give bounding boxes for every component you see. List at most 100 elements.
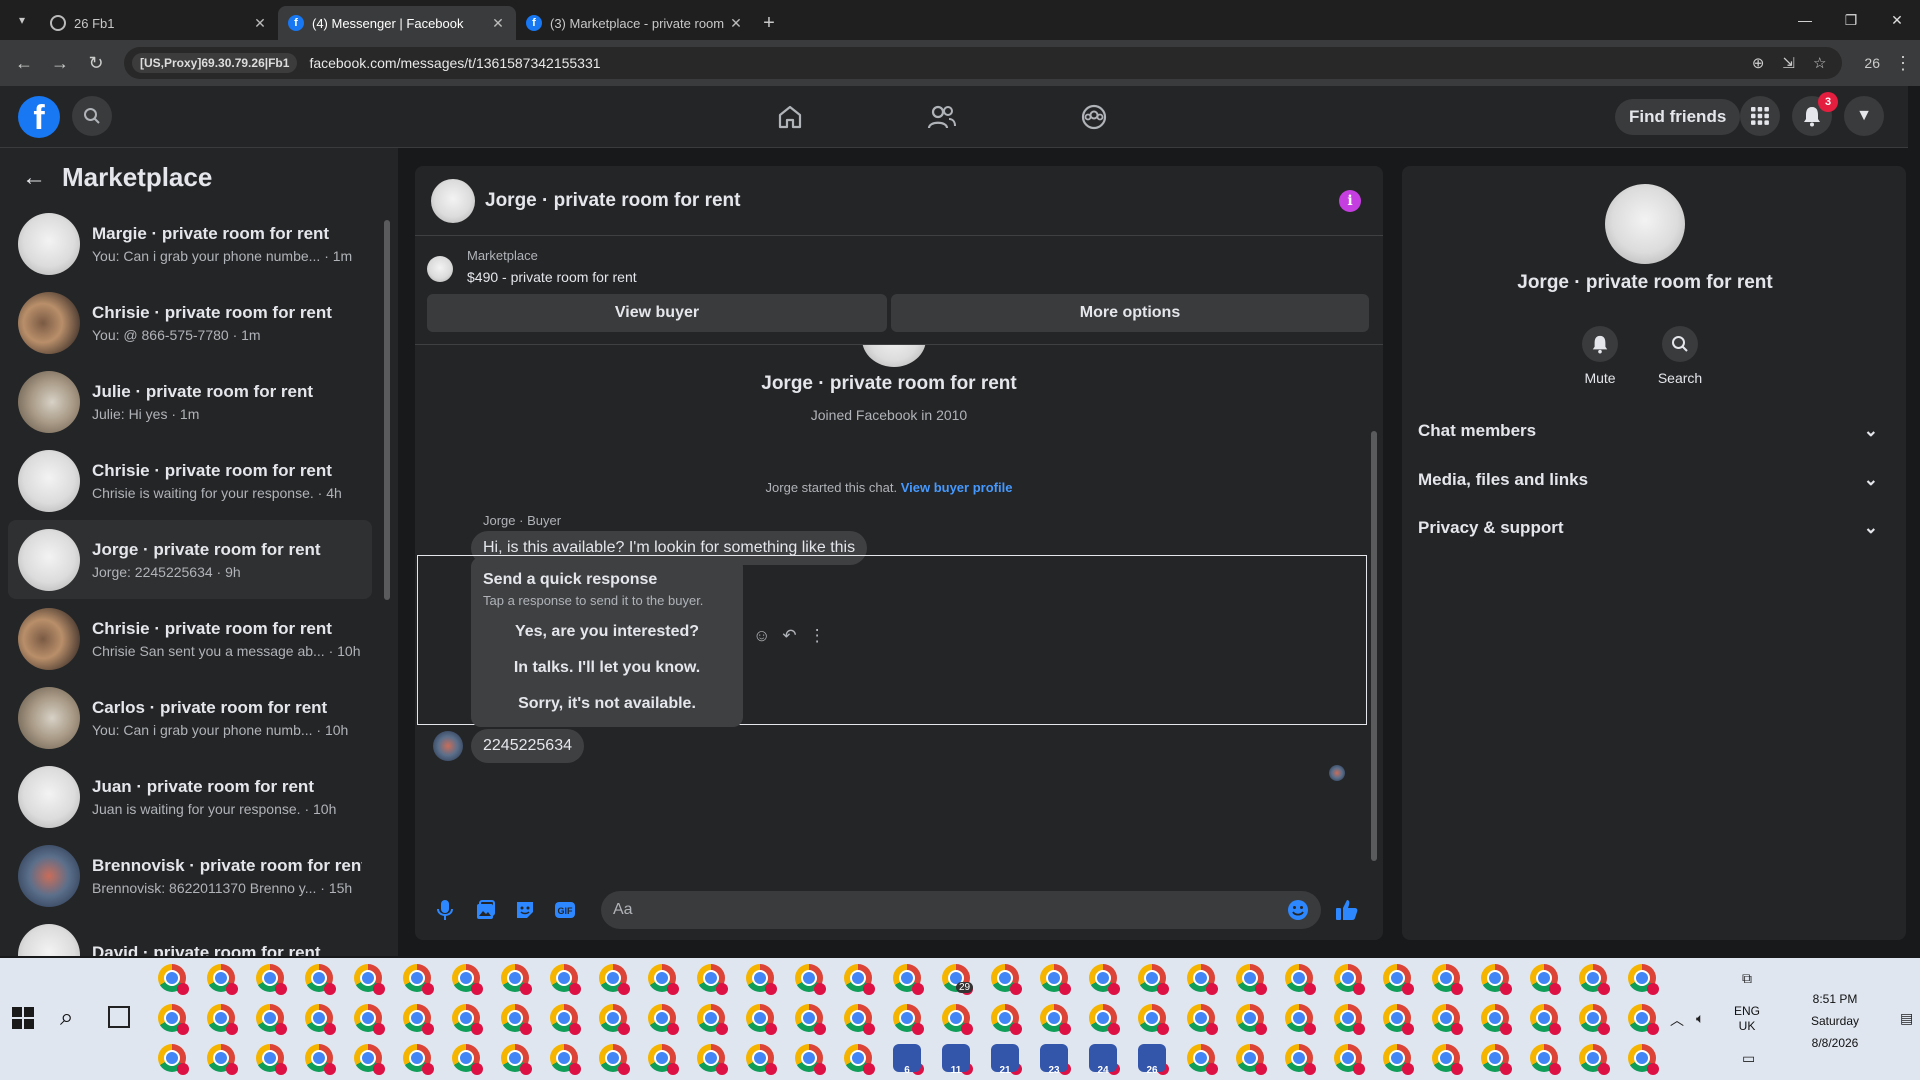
chat-members-section[interactable]: Chat members ⌄ (1418, 411, 1888, 451)
chrome-profile-icon[interactable] (354, 964, 385, 995)
listing-summary[interactable]: Marketplace $490 - private room for rent (427, 248, 637, 285)
facebook-logo[interactable]: f (18, 96, 60, 138)
chrome-profile-icon[interactable] (305, 1044, 336, 1075)
message-bubble[interactable]: 2245225634 (471, 729, 584, 763)
friends-tab[interactable] (912, 87, 972, 147)
chrome-profile-icon[interactable] (354, 1044, 385, 1075)
chrome-profile-icon[interactable] (256, 1004, 287, 1035)
chrome-profile-icon[interactable] (1628, 1004, 1659, 1035)
chrome-profile-icon[interactable] (501, 964, 532, 995)
taskbar-search-icon[interactable]: ⌕ (60, 1004, 73, 1032)
search-in-chat-button[interactable]: Search (1658, 326, 1702, 386)
chrome-profile-icon[interactable] (1334, 1044, 1365, 1075)
chrome-profile-icon[interactable] (746, 964, 777, 995)
conversation-item[interactable]: Chrisie · private room for rent Chrisie i… (8, 441, 372, 520)
chrome-profile-icon[interactable] (1285, 1004, 1316, 1035)
chrome-profile-icon[interactable] (1481, 1044, 1512, 1075)
chrome-profile-icon[interactable] (256, 1044, 287, 1075)
forward-icon[interactable]: → (44, 47, 76, 79)
chrome-profile-icon[interactable] (795, 964, 826, 995)
volume-icon[interactable]: 🔈︎ (1696, 1010, 1704, 1027)
chrome-profile-icon[interactable] (1383, 1004, 1414, 1035)
chrome-profile-icon[interactable] (403, 964, 434, 995)
quick-response-option[interactable]: Yes, are you interested? (471, 623, 743, 641)
chrome-profile-icon[interactable] (697, 1004, 728, 1035)
chrome-profile-icon[interactable] (1530, 1044, 1561, 1075)
chrome-profile-icon[interactable] (1579, 1004, 1610, 1035)
url-text[interactable]: facebook.com/messages/t/1361587342155331 (309, 55, 1751, 71)
chrome-profile-icon[interactable] (305, 964, 336, 995)
chrome-profile-icon[interactable] (844, 1004, 875, 1035)
conversation-item[interactable]: Carlos · private room for rent You: Can i… (8, 678, 372, 757)
page-scrollbar[interactable] (1908, 86, 1920, 956)
chrome-profile-icon[interactable] (354, 1004, 385, 1035)
chrome-profile-icon[interactable] (158, 1044, 189, 1075)
chrome-profile-icon[interactable] (942, 1004, 973, 1035)
chrome-profile-icon[interactable] (599, 964, 630, 995)
chrome-profile-icon[interactable] (207, 1004, 238, 1035)
chrome-profile-icon[interactable] (844, 1044, 875, 1075)
pinned-profile-icon[interactable]: 6 (893, 1044, 921, 1076)
task-view-icon[interactable] (108, 1006, 130, 1028)
chrome-profile-icon[interactable] (207, 964, 238, 995)
language-indicator[interactable]: ENG UK (1734, 1004, 1760, 1034)
sidebar-scrollbar[interactable] (382, 204, 392, 944)
new-tab-button[interactable]: + (754, 6, 784, 40)
chrome-profile-icon[interactable] (1138, 964, 1169, 995)
tab-search-dropdown[interactable]: ▾ (8, 6, 36, 34)
browser-tab-3[interactable]: f (3) Marketplace - private room ✕ (516, 6, 754, 40)
chrome-profile-icon[interactable] (991, 964, 1022, 995)
conversation-item[interactable]: Julie · private room for rent Julie: Hi y… (8, 362, 372, 441)
meet-now-icon[interactable]: ⧉ (1742, 970, 1752, 987)
emoji-icon[interactable] (1287, 899, 1309, 921)
chrome-profile-icon[interactable] (1187, 964, 1218, 995)
close-tab-icon[interactable]: ✕ (252, 15, 268, 32)
chrome-profile-icon[interactable] (795, 1044, 826, 1075)
sticker-button[interactable] (505, 892, 545, 928)
install-app-icon[interactable]: ⇲ (1782, 54, 1795, 72)
avatar[interactable] (1605, 184, 1685, 264)
chrome-profile-icon[interactable] (1334, 1004, 1365, 1035)
scrollbar-thumb[interactable] (384, 220, 390, 600)
voice-clip-button[interactable] (425, 892, 465, 928)
pinned-profile-icon[interactable]: 21 (991, 1044, 1019, 1076)
windows-start-icon[interactable] (12, 1007, 34, 1029)
quick-response-option[interactable]: Sorry, it's not available. (471, 695, 743, 713)
chrome-profile-icon[interactable] (746, 1044, 777, 1075)
chrome-profile-icon[interactable] (158, 964, 189, 995)
chrome-profile-icon[interactable] (403, 1044, 434, 1075)
show-hidden-icons[interactable]: ︿ (1670, 1010, 1684, 1030)
chrome-profile-icon[interactable] (1040, 1004, 1071, 1035)
chrome-profile-icon[interactable] (452, 964, 483, 995)
chrome-profile-icon[interactable] (697, 1044, 728, 1075)
chrome-profile-icon[interactable] (1334, 964, 1365, 995)
chrome-profile-icon[interactable] (452, 1044, 483, 1075)
notifications-button[interactable]: 3 (1792, 92, 1838, 136)
reload-icon[interactable]: ↻ (80, 47, 112, 79)
message-input[interactable]: Aa (601, 891, 1321, 929)
conversation-item[interactable]: Chrisie · private room for rent Chrisie S… (8, 599, 372, 678)
chrome-profile-icon[interactable] (305, 1004, 336, 1035)
gif-button[interactable]: GIF (545, 892, 585, 928)
back-icon[interactable]: ← (8, 47, 40, 79)
conversation-item[interactable]: Margie · private room for rent You: Can i… (8, 204, 372, 283)
chrome-profile-icon[interactable] (550, 1044, 581, 1075)
chrome-profile-icon[interactable] (1285, 964, 1316, 995)
chrome-profile-icon[interactable] (1187, 1004, 1218, 1035)
profile-button[interactable]: 26 (1864, 55, 1880, 71)
menu-button[interactable] (1740, 96, 1780, 136)
conversation-item[interactable]: Chrisie · private room for rent You: @ 86… (8, 283, 372, 362)
pinned-profile-icon[interactable]: 11 (942, 1044, 970, 1076)
chrome-profile-icon[interactable] (599, 1004, 630, 1035)
react-emoji-icon[interactable]: ☺ (753, 626, 770, 646)
chrome-profile-icon[interactable] (1579, 1044, 1610, 1075)
chrome-profile-icon[interactable] (403, 1004, 434, 1035)
chrome-profile-icon[interactable] (1236, 1004, 1267, 1035)
reply-icon[interactable]: ↶ (782, 626, 796, 646)
chrome-profile-icon[interactable] (599, 1044, 630, 1075)
omnibox[interactable]: [US,Proxy]69.30.79.26|Fb1 facebook.com/m… (124, 47, 1843, 79)
chrome-profile-icon[interactable] (795, 1004, 826, 1035)
bookmark-star-icon[interactable]: ☆ (1813, 54, 1826, 72)
conversation-item-active[interactable]: Jorge · private room for rent Jorge: 2245… (8, 520, 372, 599)
conversation-item[interactable]: David · private room for rent (8, 915, 372, 956)
